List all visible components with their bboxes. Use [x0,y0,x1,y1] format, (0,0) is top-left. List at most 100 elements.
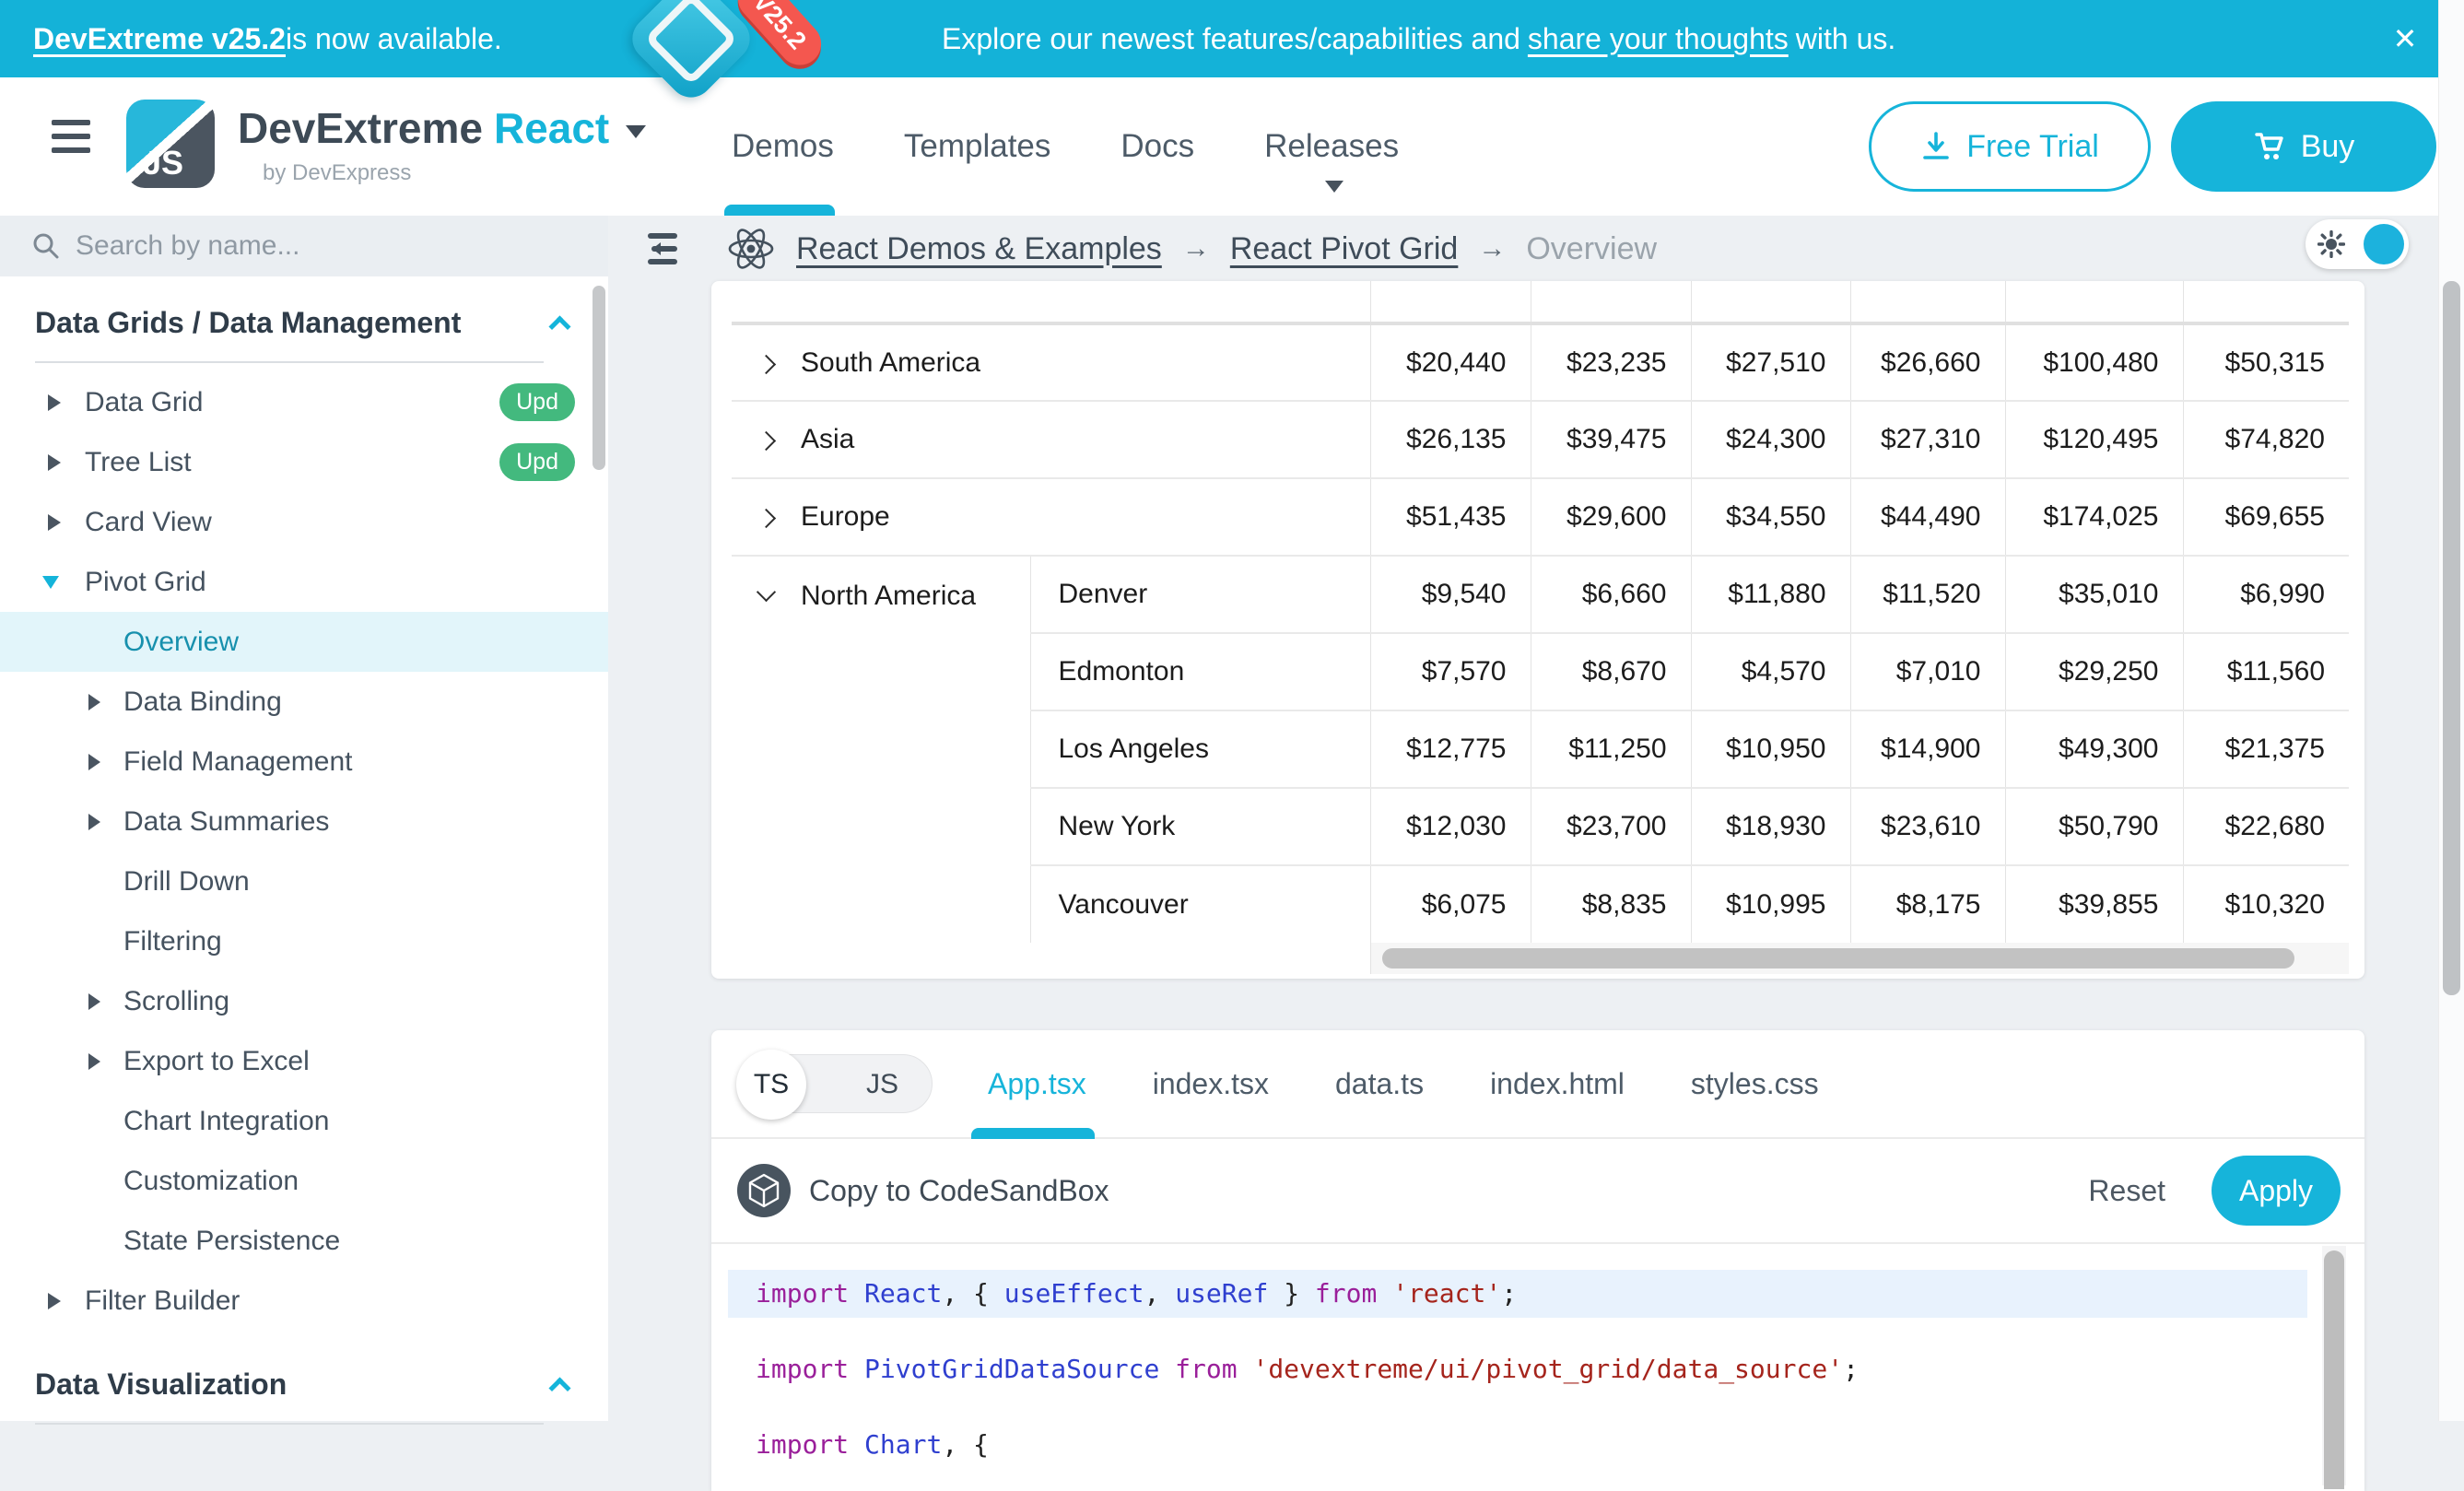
file-tab-App-tsx[interactable]: App.tsx [988,1067,1086,1101]
sidebar-item-label: Drill Down [123,866,250,898]
page-scrollbar-thumb[interactable] [2443,281,2460,995]
pivot-cell: $74,820 [2183,401,2349,478]
collapsed-arrow-icon [48,514,61,531]
file-tabs: App.tsx index.tsx data.ts index.html styles.… [988,1067,1819,1101]
devextreme-js-logo[interactable]: JS [126,100,215,188]
hamburger-menu-icon[interactable] [52,120,92,157]
reset-button[interactable]: Reset [2088,1174,2165,1208]
row-label: Europe [801,501,890,532]
language-toggle-knob[interactable]: TS [736,1050,806,1120]
framework-name: React [494,104,609,152]
nav-item-templates[interactable]: Templates [904,128,1051,165]
pivot-cell: $29,250 [2005,633,2183,710]
nav-item-docs[interactable]: Docs [1121,128,1194,165]
buy-label: Buy [2301,129,2355,165]
pivot-row-header[interactable]: Europe [732,478,1370,556]
pivot-city-header[interactable]: Edmonton [1030,633,1370,710]
sidebar-item-export-to-excel[interactable]: Export to Excel [0,1031,608,1091]
pivot-group-header[interactable]: North America [732,556,1030,943]
pivot-row-header[interactable]: Asia [732,401,1370,478]
sidebar-item-drill-down[interactable]: Drill Down [0,851,608,911]
sidebar-item-label: State Persistence [123,1226,340,1257]
sidebar-scrollbar-thumb[interactable] [593,286,605,470]
pivot-horizontal-scrollbar [1370,943,2349,974]
sidebar-item-label: Pivot Grid [85,567,206,598]
search-input[interactable] [76,230,518,262]
sidebar: Data Grids / Data Management Data GridUpd… [0,216,608,1421]
pivot-cell: $26,135 [1370,401,1531,478]
pivot-cell: $23,700 [1531,788,1691,865]
sidebar-item-field-management[interactable]: Field Management [0,732,608,792]
theme-toggle-knob[interactable] [2364,224,2404,264]
pivot-horizontal-scrollbar-thumb[interactable] [1382,948,2294,969]
sidebar-item-filtering[interactable]: Filtering [0,911,608,971]
download-icon [1920,131,1952,162]
copy-to-codesandbox-label[interactable]: Copy to CodeSandBox [809,1174,1109,1208]
pivot-city-header[interactable]: Vancouver [1030,865,1370,943]
collapse-chevron-icon[interactable] [757,582,776,602]
row-label: Asia [801,424,854,454]
updated-badge: Upd [499,443,575,481]
sidebar-item-label: Data Binding [123,687,282,718]
collapse-sidebar-icon[interactable] [639,230,682,267]
code-editor[interactable]: import React, { useEffect, useRef } from… [711,1244,2364,1489]
pivot-cell: $23,610 [1850,788,2005,865]
logo-js-text: JS [143,144,183,182]
row-label: South America [801,347,980,378]
file-tab-index-tsx[interactable]: index.tsx [1153,1067,1269,1101]
expand-chevron-icon[interactable] [757,431,776,451]
apply-button[interactable]: Apply [2212,1156,2341,1226]
sidebar-item-data-binding[interactable]: Data Binding [0,672,608,732]
pivot-cell: $7,010 [1850,633,2005,710]
banner-message-pre: Explore our newest features/capabilities… [942,22,1520,56]
sidebar-item-filter-builder[interactable]: Filter Builder [0,1271,608,1331]
sidebar-item-chart-integration[interactable]: Chart Integration [0,1091,608,1151]
pivot-row-header[interactable]: South America [732,323,1370,401]
file-tab-styles-css[interactable]: styles.css [1691,1067,1819,1101]
pivot-cell: $8,175 [1850,865,2005,943]
code-scrollbar-thumb[interactable] [2324,1250,2344,1489]
sandbox-row: Copy to CodeSandBox Reset Apply [711,1139,2364,1244]
code-line-3: import Chart, { [728,1421,2307,1469]
free-trial-button[interactable]: Free Trial [1869,101,2151,192]
share-your-thoughts-link[interactable]: share your thoughts [1528,22,1789,56]
pivot-cell: $14,900 [1850,710,2005,788]
pivot-cell: $69,655 [2183,478,2349,556]
expand-chevron-icon[interactable] [757,354,776,373]
sidebar-item-state-persistence[interactable]: State Persistence [0,1211,608,1271]
sidebar-search [0,216,608,276]
sidebar-item-label: Data Summaries [123,806,329,838]
pivot-city-header[interactable]: New York [1030,788,1370,865]
sidebar-item-card-view[interactable]: Card View [0,492,608,552]
language-toggle[interactable]: TS JS [737,1054,933,1113]
sidebar-item-tree-list[interactable]: Tree ListUpd [0,432,608,492]
code-tabs-row: TS JS App.tsx index.tsx data.ts index.html s… [711,1030,2364,1139]
sidebar-item-overview[interactable]: Overview [0,612,608,672]
banner-close-icon[interactable]: ✕ [2377,0,2433,77]
sidebar-item-data-grid[interactable]: Data GridUpd [0,372,608,432]
brand-title: DevExtremeReact [238,103,646,153]
pivot-city-header[interactable]: Denver [1030,556,1370,633]
sidebar-item-data-summaries[interactable]: Data Summaries [0,792,608,851]
buy-button[interactable]: Buy [2171,101,2436,192]
codesandbox-icon[interactable] [737,1164,791,1217]
file-tab-index-html[interactable]: index.html [1490,1067,1625,1101]
sidebar-item-pivot-grid[interactable]: Pivot Grid [0,552,608,612]
nav-item-releases[interactable]: Releases [1264,128,1399,165]
pivot-city-header[interactable]: Los Angeles [1030,710,1370,788]
releases-dropdown-caret-icon[interactable] [1325,181,1343,193]
framework-dropdown-caret-icon[interactable] [626,125,646,138]
sidebar-section-data-grids[interactable]: Data Grids / Data Management [0,289,608,356]
expand-chevron-icon[interactable] [757,509,776,528]
sidebar-section-data-visualization[interactable]: Data Visualization [0,1351,608,1417]
banner-release-link[interactable]: DevExtreme v25.2 [33,22,286,56]
sidebar-item-scrolling[interactable]: Scrolling [0,971,608,1031]
language-toggle-alt-label[interactable]: JS [866,1055,898,1114]
breadcrumb-arrow-icon: → [1182,233,1210,264]
theme-toggle[interactable] [2306,219,2409,269]
breadcrumb-link-0[interactable]: React Demos & Examples [796,231,1162,267]
breadcrumb-link-1[interactable]: React Pivot Grid [1230,231,1459,267]
nav-item-demos[interactable]: Demos [732,128,834,165]
sidebar-item-customization[interactable]: Customization [0,1151,608,1211]
file-tab-data-ts[interactable]: data.ts [1335,1067,1424,1101]
